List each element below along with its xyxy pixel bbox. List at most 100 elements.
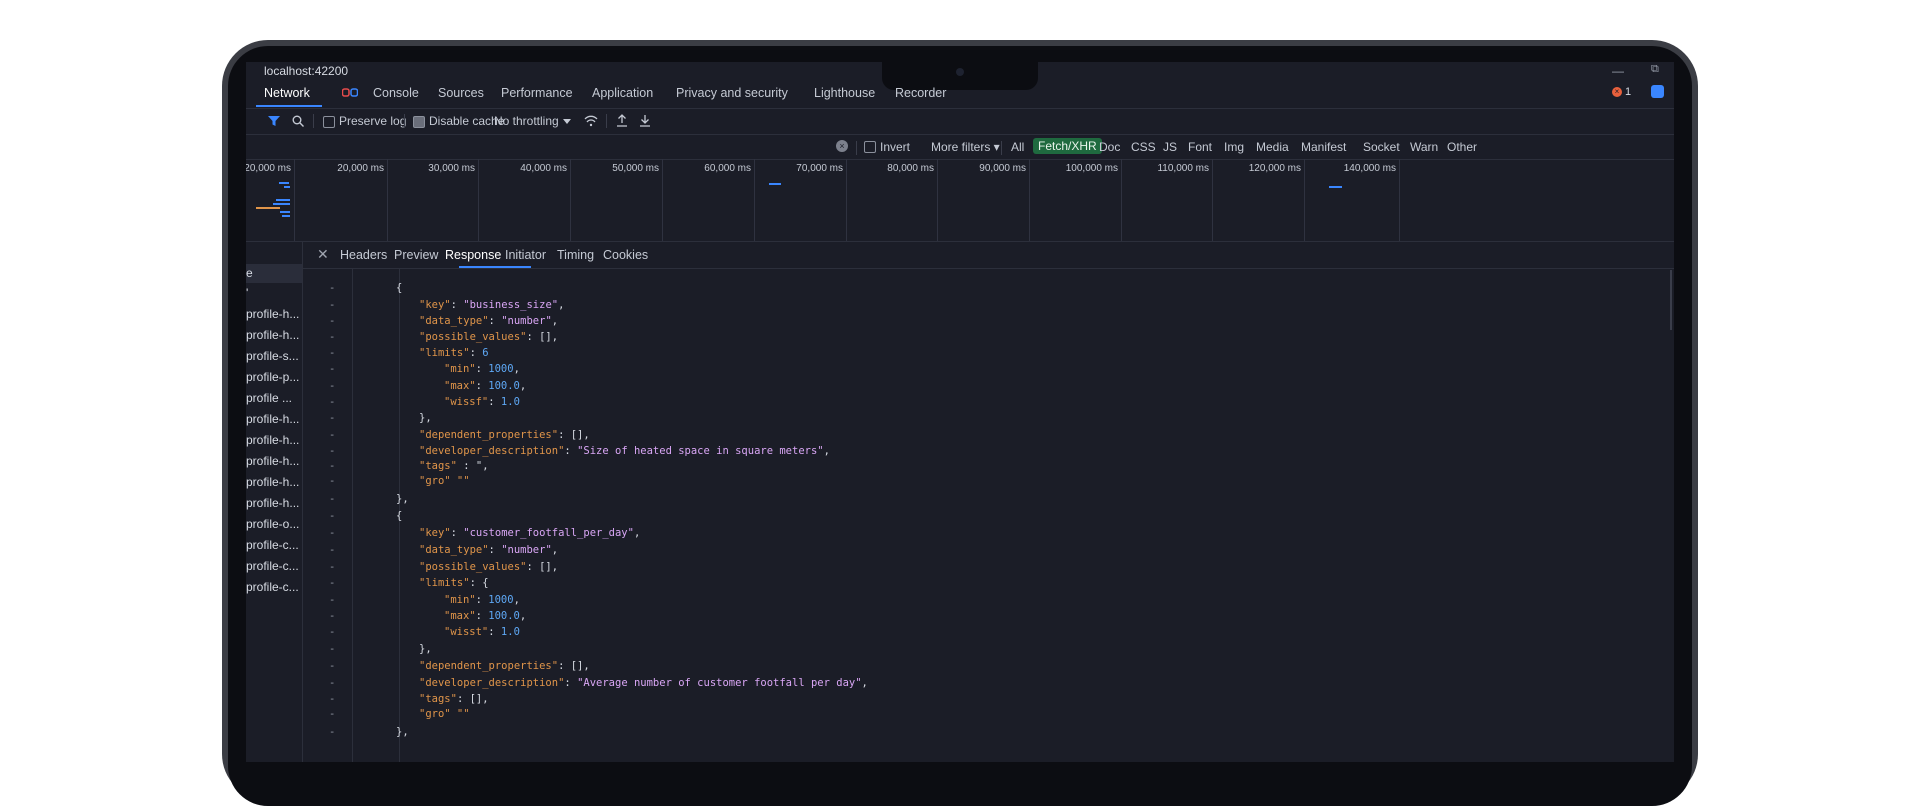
clear-filter-icon[interactable]: × [836, 140, 848, 152]
export-har-icon[interactable] [639, 114, 651, 127]
tab-preview[interactable]: Preview [394, 248, 438, 262]
code-line: "limits": { [419, 577, 489, 589]
list-item[interactable]: profile-h... [246, 496, 299, 510]
filter-css[interactable]: CSS [1131, 140, 1156, 154]
list-item[interactable]: profile-c... [246, 538, 299, 552]
filter-warn[interactable]: Warn [1410, 140, 1438, 154]
throttling-select[interactable]: No throttling [494, 114, 559, 128]
list-item[interactable]: profile-h... [246, 307, 299, 321]
divider [404, 114, 405, 128]
json-punctuation: : [475, 363, 489, 375]
performance-insights-icon[interactable] [342, 88, 358, 98]
divider [313, 114, 314, 128]
tab-application[interactable]: Application [592, 86, 653, 100]
list-item[interactable]: e [246, 266, 253, 280]
filter-icon[interactable] [268, 116, 280, 127]
scrollbar[interactable] [1670, 270, 1672, 330]
gutter-marker: - [329, 315, 336, 327]
filter-manifest[interactable]: Manifest [1301, 140, 1346, 154]
code-line: "dependent_properties": [], [419, 660, 590, 672]
gutter-marker: - [329, 412, 336, 424]
json-punctuation: : [], [558, 660, 590, 672]
json-key: "possible_values" [419, 331, 527, 343]
chat-icon[interactable] [1651, 85, 1664, 98]
code-line: "data_type": "number", [419, 315, 558, 327]
json-key: "min" [444, 363, 476, 375]
json-key: "tags" [419, 693, 457, 705]
gutter-marker: - [329, 561, 336, 573]
tab-sources[interactable]: Sources [438, 86, 484, 100]
request-bar [769, 183, 781, 185]
json-punctuation: : [450, 527, 464, 539]
tab-initiator[interactable]: Initiator [505, 248, 546, 262]
filter-doc[interactable]: Doc [1099, 140, 1120, 154]
issues-badge[interactable]: × 1 [1612, 86, 1631, 98]
filter-all[interactable]: All [1011, 140, 1024, 154]
gutter-marker: - [329, 445, 336, 457]
response-body[interactable]: -{- "key": "business_size", - "data_type": … [303, 269, 1674, 762]
import-har-icon[interactable] [616, 114, 628, 127]
gutter-marker: - [329, 510, 336, 522]
list-item[interactable]: profile-h... [246, 475, 299, 489]
filter-fetch-xhr[interactable]: Fetch/XHR [1033, 138, 1102, 154]
timeline-tick: 140,000 ms [1343, 163, 1396, 174]
json-punctuation: }, [396, 726, 409, 738]
tab-network[interactable]: Network [264, 86, 310, 100]
list-item[interactable]: profile-o... [246, 517, 299, 531]
tab-cookies[interactable]: Cookies [603, 248, 648, 262]
filter-font[interactable]: Font [1188, 140, 1212, 154]
list-item[interactable]: profile-c... [246, 580, 299, 594]
maximize-button[interactable]: ⧉ [1651, 63, 1659, 76]
json-punctuation: : { [469, 577, 489, 589]
request-bar [256, 207, 280, 209]
json-number: 1000 [488, 594, 514, 606]
list-item[interactable]: profile-c... [246, 559, 299, 573]
json-punctuation: { [396, 282, 403, 294]
tab-timing[interactable]: Timing [557, 248, 594, 262]
disable-cache-checkbox[interactable] [413, 116, 425, 128]
gutter-divider [352, 269, 353, 762]
network-conditions-icon[interactable] [584, 114, 598, 127]
gutter-marker: - [329, 708, 336, 720]
tab-headers[interactable]: Headers [340, 248, 387, 262]
tab-console[interactable]: Console [373, 86, 419, 100]
json-punctuation: : [564, 445, 578, 457]
minimize-button[interactable]: — [1612, 64, 1624, 78]
invert-checkbox[interactable] [864, 141, 876, 153]
search-icon[interactable] [292, 115, 304, 127]
list-item[interactable]: profile-h... [246, 433, 299, 447]
timeline-tick: 100,000 ms [1065, 163, 1118, 174]
request-list: e ' profile-h... profile-h... profile-s.… [246, 242, 303, 762]
list-item[interactable]: profile-p... [246, 370, 299, 384]
filter-js[interactable]: JS [1163, 140, 1177, 154]
gutter-marker: - [329, 677, 336, 689]
json-punctuation: : [564, 677, 578, 689]
filter-media[interactable]: Media [1256, 140, 1289, 154]
divider [856, 141, 857, 155]
list-item[interactable]: profile ... [246, 391, 292, 405]
list-item[interactable]: profile-h... [246, 328, 299, 342]
network-overview[interactable]: 20,000 ms 20,000 ms 30,000 ms 40,000 ms … [246, 159, 1674, 242]
list-item[interactable]: profile-s... [246, 349, 299, 363]
list-item[interactable]: profile-h... [246, 454, 299, 468]
timeline-gridline [846, 159, 847, 241]
invert-label: Invert [880, 140, 911, 154]
list-item[interactable]: ' [246, 286, 248, 300]
tab-lighthouse[interactable]: Lighthouse [814, 86, 875, 100]
filter-img[interactable]: Img [1224, 140, 1244, 154]
tab-recorder[interactable]: Recorder [895, 86, 946, 100]
gutter-marker: - [329, 299, 336, 311]
more-filters-button[interactable]: More filters ▾ [931, 140, 1000, 154]
code-line: }, [419, 412, 432, 424]
preserve-log-checkbox[interactable] [323, 116, 335, 128]
close-icon[interactable]: ✕ [317, 246, 329, 263]
list-item[interactable]: profile-h... [246, 412, 299, 426]
tab-response[interactable]: Response [445, 248, 501, 262]
json-punctuation: , [519, 380, 527, 392]
filter-socket[interactable]: Socket [1363, 140, 1400, 154]
filter-other[interactable]: Other [1447, 140, 1477, 154]
gutter-marker: - [329, 610, 336, 622]
tab-privacy-security[interactable]: Privacy and security [676, 86, 788, 100]
tab-performance[interactable]: Performance [501, 86, 573, 100]
timeline-gridline [937, 159, 938, 241]
